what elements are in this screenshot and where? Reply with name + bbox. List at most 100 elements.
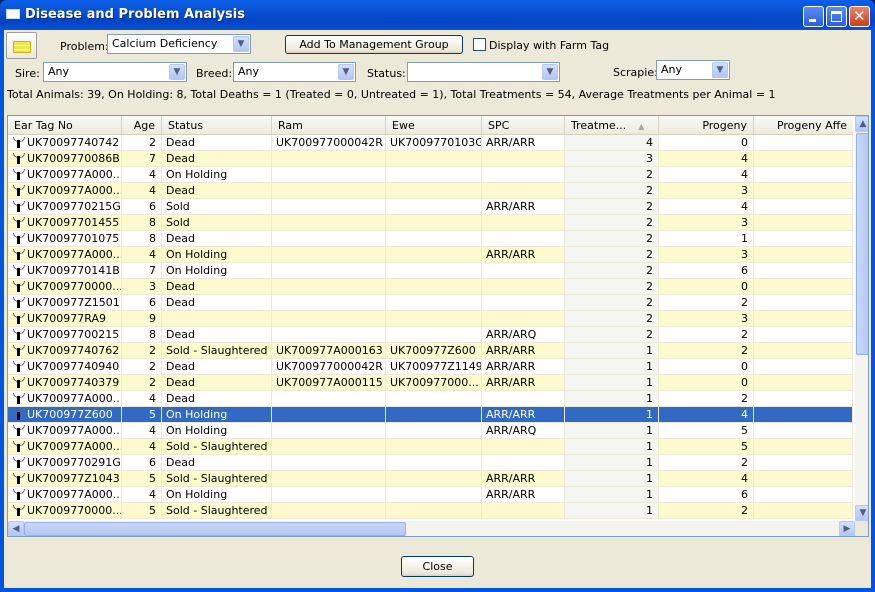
cell-ram[interactable] <box>272 199 386 215</box>
cell-progeny[interactable]: 3 <box>659 183 754 199</box>
cell-age[interactable]: 3 <box>122 279 162 295</box>
cell-ear-tag[interactable]: UK700977A000... <box>8 167 122 183</box>
close-window-button[interactable]: ✕ <box>849 6 870 27</box>
cell-status[interactable]: Dead <box>162 151 272 167</box>
cell-progeny-affected[interactable] <box>754 263 853 279</box>
chevron-down-icon[interactable]: ▼ <box>338 64 354 80</box>
cell-ewe[interactable] <box>386 391 482 407</box>
table-row[interactable]: UK70097700215 8 Dead ARR/ARQ 2 2 <box>8 327 853 343</box>
cell-age[interactable]: 5 <box>122 503 162 519</box>
minimize-button[interactable] <box>803 6 824 27</box>
close-button[interactable]: Close <box>401 556 474 577</box>
cell-ear-tag[interactable]: UK70097740762 <box>8 343 122 359</box>
cell-ear-tag[interactable]: UK70097740742 <box>8 135 122 151</box>
cell-ear-tag[interactable]: UK700977RA9 <box>8 311 122 327</box>
cell-treatments[interactable]: 3 <box>565 151 659 167</box>
scroll-left-button[interactable]: ◀ <box>8 521 24 536</box>
cell-status[interactable]: Dead <box>162 359 272 375</box>
column-header-progeny-affected[interactable]: Progeny Affe <box>754 116 853 135</box>
cell-progeny-affected[interactable] <box>754 183 853 199</box>
cell-progeny[interactable]: 4 <box>659 151 754 167</box>
column-header-status[interactable]: Status <box>162 116 272 135</box>
cell-age[interactable]: 4 <box>122 247 162 263</box>
problem-select[interactable]: Calcium Deficiency ▼ <box>107 34 251 54</box>
cell-spc[interactable] <box>482 311 565 327</box>
cell-treatments[interactable]: 2 <box>565 279 659 295</box>
cell-age[interactable]: 5 <box>122 407 162 423</box>
cell-progeny-affected[interactable] <box>754 247 853 263</box>
cell-progeny[interactable]: 5 <box>659 439 754 455</box>
vertical-scroll-thumb[interactable] <box>856 133 868 355</box>
cell-progeny-affected[interactable] <box>754 359 853 375</box>
cell-treatments[interactable]: 2 <box>565 263 659 279</box>
chevron-down-icon[interactable]: ▼ <box>233 36 249 52</box>
cell-status[interactable]: Dead <box>162 327 272 343</box>
cell-progeny-affected[interactable] <box>754 391 853 407</box>
horizontal-scrollbar[interactable]: ◀ ▶ <box>8 521 855 536</box>
cell-ewe[interactable] <box>386 215 482 231</box>
cell-status[interactable]: On Holding <box>162 407 272 423</box>
cell-treatments[interactable]: 1 <box>565 407 659 423</box>
cell-spc[interactable]: ARR/ARR <box>482 359 565 375</box>
cell-ram[interactable] <box>272 503 386 519</box>
scrapie-select[interactable]: Any ▼ <box>656 60 730 80</box>
cell-status[interactable]: Sold - Slaughtered <box>162 343 272 359</box>
cell-ear-tag[interactable]: UK7009770086B <box>8 151 122 167</box>
grid-view-button[interactable] <box>6 32 37 59</box>
cell-treatments[interactable]: 1 <box>565 503 659 519</box>
cell-ram[interactable] <box>272 311 386 327</box>
cell-age[interactable]: 6 <box>122 295 162 311</box>
cell-progeny[interactable]: 3 <box>659 311 754 327</box>
table-row[interactable]: UK700977A000... 4 Dead 1 2 <box>8 391 853 407</box>
cell-ear-tag[interactable]: UK700977A000... <box>8 247 122 263</box>
cell-age[interactable]: 4 <box>122 439 162 455</box>
cell-progeny[interactable]: 4 <box>659 199 754 215</box>
cell-status[interactable]: Sold - Slaughtered <box>162 503 272 519</box>
cell-ewe[interactable]: UK7009770103G <box>386 135 482 151</box>
cell-progeny[interactable]: 6 <box>659 487 754 503</box>
cell-ewe[interactable] <box>386 439 482 455</box>
table-row[interactable]: UK70097740742 2 Dead UK700977000042R UK70097… <box>8 135 853 151</box>
cell-age[interactable]: 8 <box>122 215 162 231</box>
cell-status[interactable] <box>162 311 272 327</box>
cell-progeny-affected[interactable] <box>754 199 853 215</box>
cell-spc[interactable] <box>482 391 565 407</box>
cell-age[interactable]: 4 <box>122 423 162 439</box>
cell-progeny[interactable]: 4 <box>659 471 754 487</box>
cell-spc[interactable]: ARR/ARQ <box>482 423 565 439</box>
cell-treatments[interactable]: 2 <box>565 231 659 247</box>
scroll-down-button[interactable]: ▼ <box>855 505 868 521</box>
cell-status[interactable]: Sold <box>162 215 272 231</box>
cell-progeny[interactable]: 2 <box>659 295 754 311</box>
display-farm-tag-checkbox[interactable] <box>473 38 486 51</box>
table-row[interactable]: UK7009770000... 3 Dead 2 0 <box>8 279 853 295</box>
cell-ear-tag[interactable]: UK70097700215 <box>8 327 122 343</box>
cell-ram[interactable] <box>272 295 386 311</box>
cell-progeny-affected[interactable] <box>754 167 853 183</box>
cell-spc[interactable]: ARR/ARR <box>482 343 565 359</box>
cell-ewe[interactable] <box>386 247 482 263</box>
cell-progeny-affected[interactable] <box>754 503 853 519</box>
cell-ram[interactable]: UK700977A000163 <box>272 343 386 359</box>
cell-status[interactable]: Sold <box>162 199 272 215</box>
cell-progeny[interactable]: 2 <box>659 327 754 343</box>
chevron-down-icon[interactable]: ▼ <box>712 62 728 78</box>
table-row[interactable]: UK700977A000... 4 On Holding ARR/ARQ 1 5 <box>8 423 853 439</box>
cell-ewe[interactable] <box>386 167 482 183</box>
cell-progeny-affected[interactable] <box>754 231 853 247</box>
table-row[interactable]: UK700977A000... 4 On Holding ARR/ARR 1 6 <box>8 487 853 503</box>
cell-spc[interactable] <box>482 279 565 295</box>
cell-spc[interactable] <box>482 295 565 311</box>
cell-progeny-affected[interactable] <box>754 487 853 503</box>
cell-treatments[interactable]: 1 <box>565 343 659 359</box>
cell-status[interactable]: On Holding <box>162 487 272 503</box>
cell-ewe[interactable] <box>386 279 482 295</box>
cell-spc[interactable]: ARR/ARQ <box>482 327 565 343</box>
cell-status[interactable]: Dead <box>162 183 272 199</box>
cell-status[interactable]: Dead <box>162 455 272 471</box>
table-row[interactable]: UK700977A000... 4 On Holding 2 4 <box>8 167 853 183</box>
cell-ram[interactable] <box>272 439 386 455</box>
cell-ear-tag[interactable]: UK700977Z1043 <box>8 471 122 487</box>
cell-treatments[interactable]: 1 <box>565 423 659 439</box>
column-header-age[interactable]: Age <box>122 116 162 135</box>
